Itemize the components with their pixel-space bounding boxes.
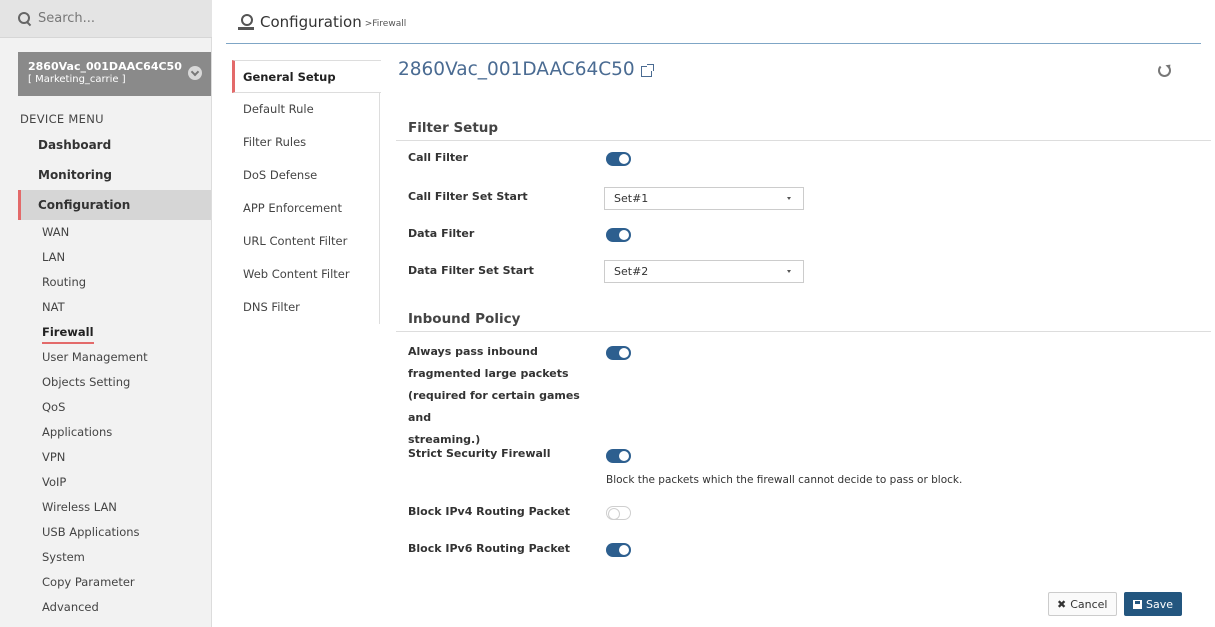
breadcrumb: >Firewall bbox=[364, 18, 407, 29]
device-name: 2860Vac_001DAAC64C50 bbox=[28, 60, 182, 73]
call-filter-set-start-value: Set#1 bbox=[614, 192, 649, 205]
sidebar-item-user-management[interactable]: User Management bbox=[18, 345, 211, 370]
caret-down-icon bbox=[787, 197, 791, 200]
chevron-down-icon[interactable] bbox=[188, 66, 202, 80]
sidebar-item-nat[interactable]: NAT bbox=[18, 295, 211, 320]
sidebar-item-copy-parameter[interactable]: Copy Parameter bbox=[18, 570, 211, 595]
sidebar-item-usb-applications[interactable]: USB Applications bbox=[18, 520, 211, 545]
sidebar-item-routing[interactable]: Routing bbox=[18, 270, 211, 295]
device-selector[interactable]: 2860Vac_001DAAC64C50 [ Marketing_carrie … bbox=[18, 52, 211, 96]
sidebar-item-configuration[interactable]: Configuration bbox=[18, 190, 211, 220]
tab-url-content-filter[interactable]: URL Content Filter bbox=[232, 225, 379, 258]
sidebar-item-firewall[interactable]: Firewall bbox=[18, 320, 211, 345]
data-filter-set-start-value: Set#2 bbox=[614, 265, 649, 278]
sidebar-item-applications[interactable]: Applications bbox=[18, 420, 211, 445]
sidebar: Search... 2860Vac_001DAAC64C50 [ Marketi… bbox=[0, 0, 212, 627]
strict-security-firewall-toggle[interactable] bbox=[606, 449, 631, 463]
call-filter-toggle[interactable] bbox=[606, 152, 631, 166]
configuration-icon bbox=[238, 13, 254, 30]
sidebar-item-vpn[interactable]: VPN bbox=[18, 445, 211, 470]
sidebar-item-wireless-lan[interactable]: Wireless LAN bbox=[18, 495, 211, 520]
block-ipv6-label: Block IPv6 Routing Packet bbox=[408, 542, 571, 555]
device-title-text: 2860Vac_001DAAC64C50 bbox=[398, 59, 635, 80]
page-header: Configuration >Firewall bbox=[226, 0, 1201, 44]
data-filter-set-start-label: Data Filter Set Start bbox=[408, 264, 534, 277]
section-divider bbox=[396, 331, 1211, 332]
device-title[interactable]: 2860Vac_001DAAC64C50 bbox=[398, 59, 654, 80]
fragmented-packets-toggle[interactable] bbox=[606, 346, 631, 360]
sidebar-item-voip[interactable]: VoIP bbox=[18, 470, 211, 495]
close-icon: ✖ bbox=[1057, 597, 1067, 611]
tab-default-rule[interactable]: Default Rule bbox=[232, 93, 379, 126]
cancel-button-label: Cancel bbox=[1070, 597, 1108, 611]
search-placeholder: Search... bbox=[38, 11, 96, 26]
strict-security-firewall-label: Strict Security Firewall bbox=[408, 447, 551, 460]
refresh-icon[interactable] bbox=[1158, 64, 1171, 77]
call-filter-label: Call Filter bbox=[408, 151, 469, 164]
tab-dos-defense[interactable]: DoS Defense bbox=[232, 159, 379, 192]
fragmented-packets-label-line: (required for certain games and bbox=[408, 389, 580, 424]
tab-general-setup[interactable]: General Setup bbox=[232, 60, 381, 93]
sidebar-item-dashboard[interactable]: Dashboard bbox=[18, 130, 211, 160]
call-filter-set-start-label: Call Filter Set Start bbox=[408, 190, 528, 203]
sidebar-item-qos[interactable]: QoS bbox=[18, 395, 211, 420]
sidebar-item-objects-setting[interactable]: Objects Setting bbox=[18, 370, 211, 395]
fragmented-packets-label-line: fragmented large packets bbox=[408, 367, 569, 380]
section-divider bbox=[396, 140, 1211, 141]
page-title: Configuration bbox=[260, 12, 362, 31]
device-menu: Dashboard Monitoring Configuration WAN L… bbox=[18, 130, 211, 620]
tab-dns-filter[interactable]: DNS Filter bbox=[232, 291, 379, 324]
data-filter-toggle[interactable] bbox=[606, 228, 631, 242]
caret-down-icon bbox=[787, 270, 791, 273]
tab-web-content-filter[interactable]: Web Content Filter bbox=[232, 258, 379, 291]
tab-app-enforcement[interactable]: APP Enforcement bbox=[232, 192, 379, 225]
save-button-label: Save bbox=[1145, 597, 1173, 611]
sidebar-item-advanced[interactable]: Advanced bbox=[18, 595, 211, 620]
filter-setup-title: Filter Setup bbox=[408, 120, 499, 136]
sidebar-item-wan[interactable]: WAN bbox=[18, 220, 211, 245]
cancel-button[interactable]: ✖ Cancel bbox=[1048, 592, 1117, 616]
data-filter-set-start-select[interactable]: Set#2 bbox=[604, 260, 804, 283]
call-filter-set-start-select[interactable]: Set#1 bbox=[604, 187, 804, 210]
device-user: [ Marketing_carrie ] bbox=[28, 74, 126, 85]
search-icon bbox=[18, 11, 32, 26]
fragmented-packets-label-line: Always pass inbound bbox=[408, 345, 538, 358]
inbound-policy-title: Inbound Policy bbox=[408, 311, 521, 327]
strict-security-hint: Block the packets which the firewall can… bbox=[606, 474, 963, 486]
external-link-icon[interactable] bbox=[640, 64, 654, 77]
block-ipv6-toggle[interactable] bbox=[606, 543, 631, 557]
block-ipv4-label: Block IPv4 Routing Packet bbox=[408, 505, 571, 518]
sidebar-item-system[interactable]: System bbox=[18, 545, 211, 570]
tab-filter-rules[interactable]: Filter Rules bbox=[232, 126, 379, 159]
sidebar-item-monitoring[interactable]: Monitoring bbox=[18, 160, 211, 190]
sidebar-item-lan[interactable]: LAN bbox=[18, 245, 211, 270]
fragmented-packets-label: Always pass inbound fragmented large pac… bbox=[408, 341, 593, 451]
sidebar-item-firewall-label: Firewall bbox=[42, 325, 94, 344]
search-input[interactable]: Search... bbox=[0, 0, 212, 38]
save-button[interactable]: Save bbox=[1124, 592, 1182, 616]
block-ipv4-toggle[interactable] bbox=[606, 506, 631, 520]
save-icon bbox=[1133, 599, 1142, 609]
firewall-subnav: General Setup Default Rule Filter Rules … bbox=[232, 60, 381, 324]
data-filter-label: Data Filter bbox=[408, 227, 475, 240]
device-menu-title: DEVICE MENU bbox=[20, 112, 104, 126]
